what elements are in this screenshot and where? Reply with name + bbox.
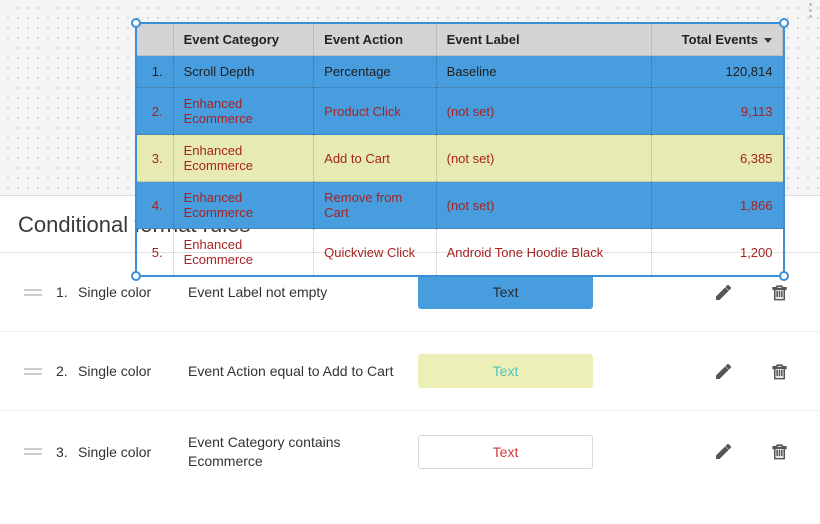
delete-button[interactable] (762, 354, 796, 388)
col-header-category[interactable]: Event Category (173, 24, 314, 56)
drag-handle-icon[interactable] (24, 368, 42, 375)
data-table: Event Category Event Action Event Label … (137, 24, 783, 275)
row-index: 3. (137, 135, 173, 182)
cell-action: Percentage (314, 56, 436, 88)
data-table-selection[interactable]: Event Category Event Action Event Label … (135, 22, 785, 277)
col-header-index[interactable] (137, 24, 173, 56)
cell-action: Product Click (314, 88, 436, 135)
format-rule: 3.Single colorEvent Category contains Ec… (0, 411, 820, 493)
resize-handle-top-right[interactable] (779, 18, 789, 28)
row-index: 4. (137, 182, 173, 229)
drag-handle-icon[interactable] (24, 448, 42, 455)
rule-index: 3. (56, 444, 78, 460)
edit-button[interactable] (706, 435, 740, 469)
cell-label: Baseline (436, 56, 652, 88)
table-row[interactable]: 2.Enhanced EcommerceProduct Click(not se… (137, 88, 783, 135)
col-header-label[interactable]: Event Label (436, 24, 652, 56)
col-header-total[interactable]: Total Events (652, 24, 783, 56)
cell-category: Enhanced Ecommerce (173, 135, 314, 182)
rule-type: Single color (78, 284, 188, 300)
cell-total: 6,385 (652, 135, 783, 182)
rule-type: Single color (78, 444, 188, 460)
drag-handle-icon[interactable] (24, 289, 42, 296)
format-swatch: Text (418, 275, 593, 309)
cell-category: Enhanced Ecommerce (173, 229, 314, 276)
canvas-area: Event Category Event Action Event Label … (0, 0, 820, 195)
row-index: 2. (137, 88, 173, 135)
cell-action: Remove from Cart (314, 182, 436, 229)
table-row[interactable]: 3.Enhanced EcommerceAdd to Cart(not set)… (137, 135, 783, 182)
col-header-action[interactable]: Event Action (314, 24, 436, 56)
table-row[interactable]: 1.Scroll DepthPercentageBaseline120,814 (137, 56, 783, 88)
rule-type: Single color (78, 363, 188, 379)
table-row[interactable]: 4.Enhanced EcommerceRemove from Cart(not… (137, 182, 783, 229)
cell-action: Quickview Click (314, 229, 436, 276)
format-swatch: Text (418, 435, 593, 469)
edit-button[interactable] (706, 275, 740, 309)
cell-category: Scroll Depth (173, 56, 314, 88)
cell-category: Enhanced Ecommerce (173, 88, 314, 135)
delete-button[interactable] (762, 435, 796, 469)
cell-category: Enhanced Ecommerce (173, 182, 314, 229)
cell-total: 1,200 (652, 229, 783, 276)
rule-condition: Event Action equal to Add to Cart (188, 362, 418, 381)
table-header-row: Event Category Event Action Event Label … (137, 24, 783, 56)
format-rule: 2.Single colorEvent Action equal to Add … (0, 332, 820, 411)
kebab-icon[interactable] (804, 3, 816, 18)
rule-condition: Event Category contains Ecommerce (188, 433, 418, 471)
cell-total: 120,814 (652, 56, 783, 88)
rule-index: 1. (56, 284, 78, 300)
sort-desc-icon (764, 38, 772, 43)
rules-list: 1.Single colorEvent Label not emptyText2… (0, 253, 820, 493)
table-row[interactable]: 5.Enhanced EcommerceQuickview ClickAndro… (137, 229, 783, 276)
cell-label: (not set) (436, 182, 652, 229)
row-index: 1. (137, 56, 173, 88)
cell-label: (not set) (436, 135, 652, 182)
rule-index: 2. (56, 363, 78, 379)
resize-handle-bottom-right[interactable] (779, 271, 789, 281)
edit-button[interactable] (706, 354, 740, 388)
delete-button[interactable] (762, 275, 796, 309)
cell-action: Add to Cart (314, 135, 436, 182)
resize-handle-bottom-left[interactable] (131, 271, 141, 281)
cell-total: 1,866 (652, 182, 783, 229)
resize-handle-top-left[interactable] (131, 18, 141, 28)
cell-label: Android Tone Hoodie Black (436, 229, 652, 276)
row-index: 5. (137, 229, 173, 276)
rule-condition: Event Label not empty (188, 283, 418, 302)
format-swatch: Text (418, 354, 593, 388)
cell-label: (not set) (436, 88, 652, 135)
cell-total: 9,113 (652, 88, 783, 135)
